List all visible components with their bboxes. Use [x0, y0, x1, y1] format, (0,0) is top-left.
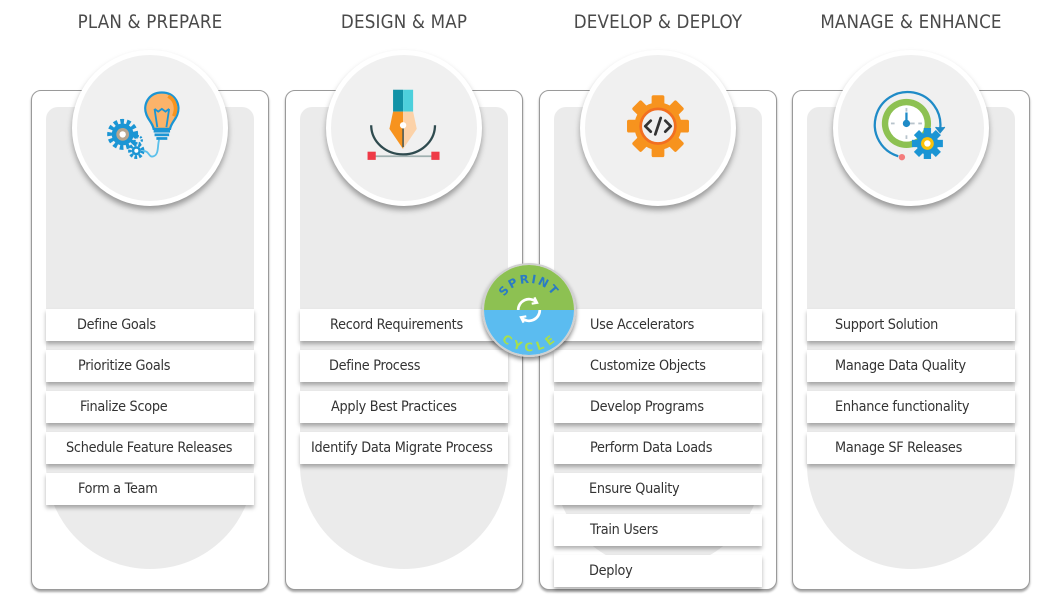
task-item: Prioritize Goals [46, 350, 254, 382]
phase-title: MANAGE & ENHANCE [820, 11, 1002, 33]
task-label: Enhance functionality [835, 399, 970, 415]
phase-manage-enhance: MANAGE & ENHANCE Support Solution Manage… [792, 0, 1030, 600]
task-label: Record Requirements [330, 317, 463, 333]
task-item: Identify Data Migrate Process [300, 432, 508, 464]
task-item: Enhance functionality [807, 391, 1015, 423]
sprint-cycle-badge: SPRINT CYCLE [482, 263, 576, 357]
task-item: Develop Programs [554, 391, 762, 423]
task-label: Manage SF Releases [835, 440, 963, 456]
task-item: Ensure Quality [554, 473, 762, 505]
task-label: Prioritize Goals [78, 358, 171, 374]
phase-title: DEVELOP & DEPLOY [573, 11, 743, 33]
task-item: Deploy [554, 555, 762, 587]
task-list: Support Solution Manage Data Quality Enh… [807, 309, 1015, 473]
task-item: Schedule Feature Releases [46, 432, 254, 464]
task-label: Form a Team [78, 481, 158, 497]
task-label: Train Users [590, 522, 659, 538]
task-item: Train Users [554, 514, 762, 546]
task-label: Use Accelerators [590, 317, 695, 333]
task-item: Use Accelerators [554, 309, 762, 341]
phase-icon-circle [72, 50, 228, 206]
task-item: Finalize Scope [46, 391, 254, 423]
task-label: Identify Data Migrate Process [311, 440, 493, 456]
task-item: Perform Data Loads [554, 432, 762, 464]
phase-plan-prepare: PLAN & PREPARE Define Goals Prioritize G… [31, 0, 269, 600]
phase-title: PLAN & PREPARE [77, 11, 223, 33]
task-list: Use Accelerators Customize Objects Devel… [554, 309, 762, 596]
pen-tool-icon [367, 89, 440, 160]
task-label: Support Solution [835, 317, 939, 333]
task-item: Define Goals [46, 309, 254, 341]
task-label: Finalize Scope [80, 399, 168, 415]
task-item: Define Process [300, 350, 508, 382]
task-item: Manage Data Quality [807, 350, 1015, 382]
task-label: Perform Data Loads [590, 440, 713, 456]
task-label: Develop Programs [590, 399, 704, 415]
phase-icon-circle [326, 50, 482, 206]
task-item: Apply Best Practices [300, 391, 508, 423]
task-item: Customize Objects [554, 350, 762, 382]
sprint-cycle-graphic: SPRINT CYCLE [484, 265, 574, 355]
task-label: Define Process [329, 358, 421, 374]
task-item: Support Solution [807, 309, 1015, 341]
task-item: Form a Team [46, 473, 254, 505]
phase-icon-circle [580, 50, 736, 206]
task-label: Define Goals [77, 317, 156, 333]
task-label: Deploy [589, 563, 633, 579]
clock-gear-cycle-icon [873, 90, 946, 161]
lightbulb-gears-icon [107, 91, 180, 159]
task-label: Manage Data Quality [835, 358, 966, 374]
code-gear-icon [627, 95, 689, 158]
task-list: Record Requirements Define Process Apply… [300, 309, 508, 473]
phase-title: DESIGN & MAP [340, 11, 468, 33]
phase-icon-circle [833, 50, 989, 206]
task-label: Customize Objects [590, 358, 706, 374]
task-label: Apply Best Practices [331, 399, 457, 415]
task-list: Define Goals Prioritize Goals Finalize S… [46, 309, 254, 514]
task-item: Manage SF Releases [807, 432, 1015, 464]
task-label: Ensure Quality [589, 481, 680, 497]
task-label: Schedule Feature Releases [66, 440, 233, 456]
task-item: Record Requirements [300, 309, 508, 341]
